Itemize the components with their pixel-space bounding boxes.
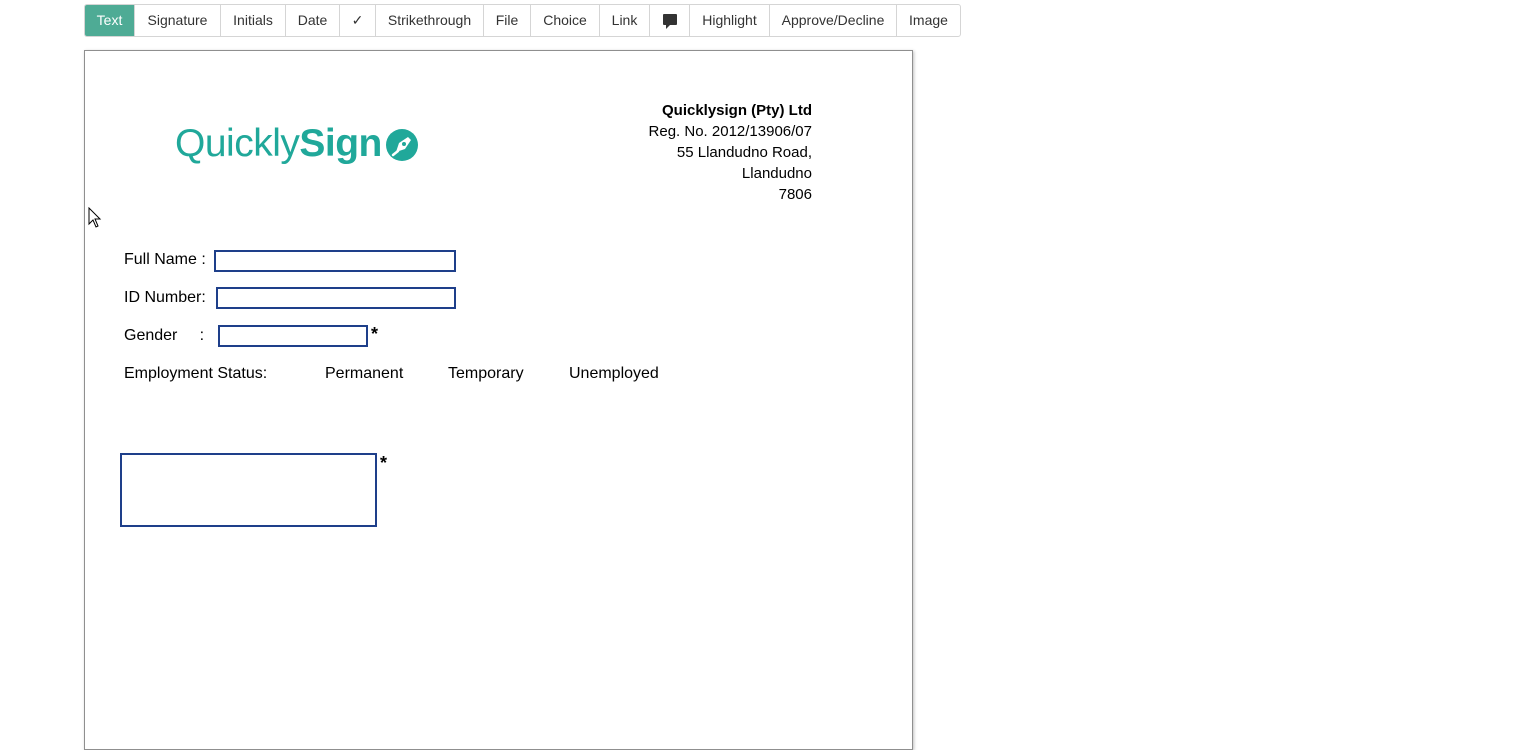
company-address-line2: Llandudno [741, 165, 812, 182]
text-tool-button[interactable]: Text [85, 5, 135, 36]
company-registration: Reg. No. 2012/13906/07 [648, 123, 812, 140]
employment-option-permanent[interactable]: Permanent [325, 365, 403, 383]
employment-option-unemployed[interactable]: Unemployed [569, 365, 659, 383]
id-number-label: ID Number: [124, 289, 206, 306]
id-number-field[interactable] [216, 287, 456, 309]
full-name-field[interactable] [214, 250, 456, 272]
signature-tool-button[interactable]: Signature [135, 5, 221, 36]
company-address-line1: 55 Llandudno Road, [676, 144, 812, 161]
employment-option-temporary[interactable]: Temporary [448, 365, 524, 383]
mouse-pointer-icon [88, 207, 102, 228]
signature-box-required-mark: * [380, 453, 388, 473]
checkmark-tool-button[interactable]: ✓ [340, 5, 376, 36]
document-page[interactable]: Quickly Sign Quicklysign (Pty) Ltd Reg. N… [84, 50, 913, 750]
field-type-toolbar: Text Signature Initials Date ✓ Strikethr… [84, 4, 961, 37]
date-tool-button[interactable]: Date [286, 5, 340, 36]
pen-nib-icon [385, 129, 418, 161]
signature-box-field[interactable] [120, 453, 377, 527]
quicklysign-logo: Quickly Sign [175, 121, 420, 167]
company-postal-code: 7806 [778, 186, 812, 203]
file-tool-button[interactable]: File [484, 5, 531, 36]
approve-decline-tool-button[interactable]: Approve/Decline [770, 5, 897, 36]
gender-required-mark: * [371, 324, 379, 344]
link-tool-button[interactable]: Link [600, 5, 650, 36]
company-address-block: Quicklysign (Pty) Ltd Reg. No. 2012/1390… [649, 100, 812, 205]
logo-text-light: Quickly [175, 122, 300, 165]
gender-label: Gender : [124, 327, 205, 344]
image-tool-button[interactable]: Image [897, 5, 960, 36]
initials-tool-button[interactable]: Initials [221, 5, 286, 36]
comment-icon [662, 14, 677, 29]
comment-tool-button[interactable] [650, 5, 690, 36]
highlight-tool-button[interactable]: Highlight [690, 5, 770, 36]
employment-status-label: Employment Status: [124, 365, 268, 382]
logo-text-bold: Sign [299, 122, 382, 165]
company-name: Quicklysign (Pty) Ltd [661, 102, 812, 119]
gender-field[interactable] [218, 325, 368, 347]
strikethrough-tool-button[interactable]: Strikethrough [376, 5, 484, 36]
choice-tool-button[interactable]: Choice [531, 5, 600, 36]
full-name-label: Full Name : [124, 251, 206, 268]
